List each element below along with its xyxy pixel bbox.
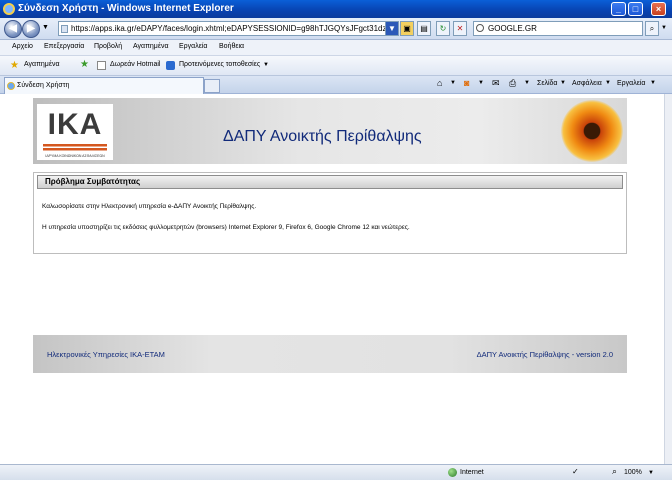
address-toolbar: ◀ ▶ ▼ https://apps.ika.gr/eDAPY/faces/lo…	[0, 18, 672, 40]
zoom-dropdown-icon[interactable]: ▼	[648, 470, 654, 476]
site-footer: Ηλεκτρονικές Υπηρεσίες ΙΚΑ-ΕΤΑΜ ΔΑΠΥ Ανο…	[33, 335, 627, 373]
refresh-button[interactable]: ↻	[436, 21, 450, 36]
suggested-sites-icon	[166, 61, 175, 70]
logo-text: ΙΚΑ	[47, 108, 103, 141]
home-icon[interactable]: ⌂	[437, 78, 442, 88]
address-url: https://apps.ika.gr/eDAPY/faces/login.xh…	[71, 24, 396, 33]
safety-dropdown-icon[interactable]: ▼	[605, 80, 611, 86]
page-menu[interactable]: Σελίδα	[537, 80, 557, 87]
page-dropdown-icon[interactable]: ▼	[560, 80, 566, 86]
search-value: GOOGLE.GR	[488, 24, 537, 33]
add-favorite-icon[interactable]: ★	[80, 59, 89, 70]
ie-logo-icon	[3, 3, 15, 15]
zone-text: Internet	[460, 469, 484, 476]
print-dropdown-icon[interactable]: ▼	[524, 80, 530, 86]
home-dropdown-icon[interactable]: ▼	[450, 80, 456, 86]
address-dropdown-button[interactable]: ▼	[385, 21, 399, 36]
close-button[interactable]: ×	[651, 2, 666, 16]
welcome-text: Καλωσορίσατε στην Ηλεκτρονική υπηρεσία e…	[42, 203, 257, 210]
new-tab-button[interactable]	[204, 79, 220, 93]
menu-help[interactable]: Βοήθεια	[219, 43, 244, 50]
maximize-button[interactable]: □	[628, 2, 643, 16]
feeds-icon[interactable]: ◙	[464, 78, 469, 88]
window-title: Σύνδεση Χρήστη - Windows Internet Explor…	[18, 3, 234, 14]
ika-logo: ΙΚΑ ΙΔΡΥΜΑ ΚΟΙΝΩΝΙΚΩΝ ΑΣΦΑΛΙΣΕΩΝ	[37, 104, 113, 160]
menu-tools[interactable]: Εργαλεία	[179, 43, 207, 50]
logo-subtitle: ΙΔΡΥΜΑ ΚΟΙΝΩΝΙΚΩΝ ΑΣΦΑΛΙΣΕΩΝ	[45, 154, 105, 158]
menu-view[interactable]: Προβολή	[94, 43, 122, 50]
lock-icon[interactable]: ▣	[400, 21, 414, 36]
protected-mode-icon: ✓	[572, 467, 579, 476]
address-input[interactable]: https://apps.ika.gr/eDAPY/faces/login.xh…	[58, 21, 396, 36]
hotmail-link[interactable]: Δωρεάν Hotmail	[110, 61, 160, 68]
favorites-star-icon: ★	[10, 60, 19, 71]
window-title-bar[interactable]: Σύνδεση Χρήστη - Windows Internet Explor…	[0, 0, 672, 18]
ie-tab-icon	[7, 82, 15, 90]
menu-favorites[interactable]: Αγαπημένα	[133, 43, 169, 50]
search-provider-icon	[476, 24, 484, 32]
compatibility-view-icon[interactable]: ▤	[417, 21, 431, 36]
page-icon	[61, 25, 68, 33]
menu-bar: Αρχείο Επεξεργασία Προβολή Αγαπημένα Εργ…	[0, 40, 672, 56]
status-bar: Internet ✓ ⌕ 100% ▼	[0, 464, 672, 480]
tools-menu[interactable]: Εργαλεία	[617, 80, 645, 87]
forward-button[interactable]: ▶	[22, 20, 40, 38]
compatibility-panel: Πρόβλημα Συμβατότητας Καλωσορίσατε στην …	[33, 172, 627, 254]
zoom-level[interactable]: 100%	[624, 469, 642, 476]
logo-stripes	[43, 144, 107, 152]
safety-menu[interactable]: Ασφάλεια	[572, 80, 602, 87]
favorites-bar: ★ Αγαπημένα ★ Δωρεάν Hotmail Προτεινόμεν…	[0, 56, 672, 76]
vertical-scrollbar[interactable]	[664, 94, 672, 464]
tab-bar: Σύνδεση Χρήστη ⌂ ▼ ◙ ▼ ✉ ⎙ ▼ Σελίδα ▼ Ασ…	[0, 76, 672, 94]
suggested-sites-link[interactable]: Προτεινόμενες τοποθεσίες	[179, 61, 260, 68]
print-icon[interactable]: ⎙	[509, 78, 516, 89]
search-options-icon[interactable]: ▼	[661, 25, 667, 31]
menu-file[interactable]: Αρχείο	[12, 43, 33, 50]
footer-version-text: ΔΑΠΥ Ανοικτής Περίθαλψης - version 2.0	[476, 350, 613, 359]
zoom-icon: ⌕	[612, 466, 618, 476]
footer-left-text: Ηλεκτρονικές Υπηρεσίες ΙΚΑ-ΕΤΑΜ	[47, 350, 165, 359]
hotmail-icon	[97, 61, 106, 70]
back-button[interactable]: ◀	[4, 20, 22, 38]
menu-edit[interactable]: Επεξεργασία	[44, 43, 84, 50]
sunflower-image	[561, 100, 623, 162]
feeds-dropdown-icon[interactable]: ▼	[478, 80, 484, 86]
header-title: ΔΑΠΥ Ανοικτής Περίθαλψης	[223, 128, 422, 145]
browser-support-text: Η υπηρεσία υποστηρίζει τις εκδόσεις φυλλ…	[42, 224, 410, 231]
favorites-button[interactable]: Αγαπημένα	[24, 61, 60, 68]
page-content: ΙΚΑ ΙΔΡΥΜΑ ΚΟΙΝΩΝΙΚΩΝ ΑΣΦΑΛΙΣΕΩΝ ΔΑΠΥ Αν…	[0, 94, 672, 464]
tab-label: Σύνδεση Χρήστη	[17, 82, 70, 89]
minimize-button[interactable]: _	[611, 2, 626, 16]
globe-icon	[448, 468, 457, 477]
tools-dropdown-icon[interactable]: ▼	[650, 80, 656, 86]
site-header: ΙΚΑ ΙΔΡΥΜΑ ΚΟΙΝΩΝΙΚΩΝ ΑΣΦΑΛΙΣΕΩΝ ΔΑΠΥ Αν…	[33, 98, 627, 164]
search-input[interactable]: GOOGLE.GR	[473, 21, 643, 36]
search-button[interactable]: ⌕	[645, 21, 659, 36]
history-dropdown-icon[interactable]: ▼	[42, 24, 49, 31]
stop-button[interactable]: ✕	[453, 21, 467, 36]
tab-login[interactable]: Σύνδεση Χρήστη	[4, 77, 204, 94]
suggested-sites-dropdown-icon[interactable]: ▼	[263, 62, 269, 68]
panel-title: Πρόβλημα Συμβατότητας	[37, 175, 623, 189]
mail-icon[interactable]: ✉	[492, 78, 500, 89]
